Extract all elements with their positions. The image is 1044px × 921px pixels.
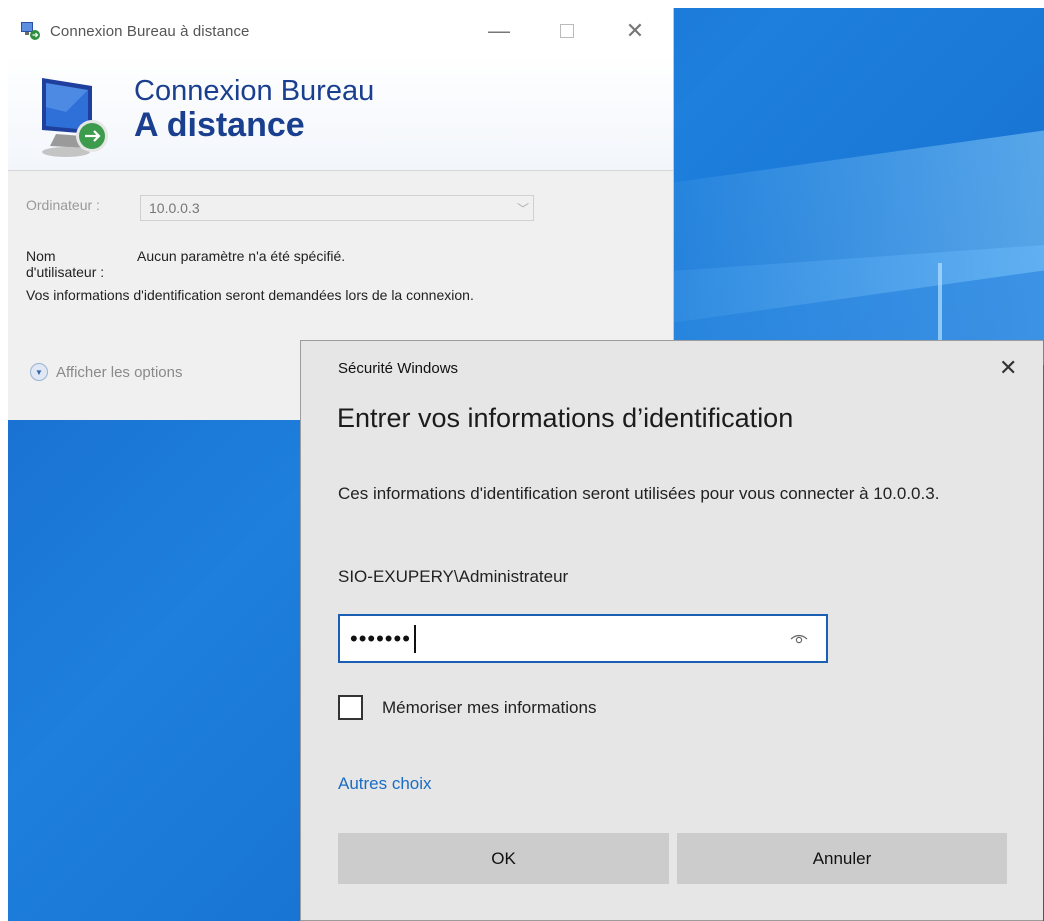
computer-label: Ordinateur :	[26, 197, 100, 213]
close-icon: ✕	[625, 18, 645, 43]
checkbox-box[interactable]	[338, 695, 363, 720]
windows-security-dialog: Sécurité Windows ✕ Entrer vos informatio…	[300, 340, 1043, 921]
cancel-button[interactable]: Annuler	[677, 833, 1007, 884]
username-display: SIO-EXUPERY\Administrateur	[338, 567, 569, 586]
remember-label: Mémoriser mes informations	[382, 697, 597, 717]
password-value: •••••••	[350, 625, 411, 651]
dialog-heading: Entrer vos informations d’identification	[337, 403, 794, 433]
chevron-down-icon: ﹀	[516, 201, 529, 216]
password-field[interactable]: •••••••	[338, 614, 828, 663]
computer-select[interactable]: 10.0.0.3 ﹀	[140, 195, 534, 221]
other-choices-link[interactable]: Autres choix	[338, 774, 432, 794]
dialog-description: Ces informations d'identification seront…	[338, 484, 940, 503]
text-caret	[413, 624, 416, 653]
reveal-password-eye-icon[interactable]	[790, 632, 808, 646]
computer-value: 10.0.0.3	[149, 200, 200, 216]
window-title: Connexion Bureau à distance	[50, 22, 250, 40]
dialog-title: Sécurité Windows	[338, 360, 459, 377]
maximize-button[interactable]	[544, 8, 590, 54]
remember-credentials-checkbox[interactable]: Mémoriser mes informations	[338, 695, 596, 720]
banner-title-line1: Connexion Bureau	[134, 75, 375, 107]
maximize-icon	[560, 24, 574, 38]
rdp-banner: Connexion Bureau A distance	[8, 54, 673, 171]
close-button[interactable]: ✕	[612, 8, 658, 54]
show-options-label: Afficher les options	[56, 363, 183, 381]
username-value: Aucun paramètre n'a été spécifié.	[137, 248, 346, 264]
show-options-button[interactable]: ▼ Afficher les options	[30, 363, 182, 381]
username-label: Nom d'utilisateur :	[26, 248, 105, 280]
minimize-icon: —	[488, 18, 510, 43]
ok-button[interactable]: OK	[338, 833, 669, 884]
credentials-info: Vos informations d'identification seront…	[26, 287, 474, 303]
remote-desktop-logo-icon	[36, 72, 124, 162]
banner-title-line2: A distance	[134, 106, 305, 144]
close-icon[interactable]: ✕	[999, 355, 1017, 381]
title-bar[interactable]: Connexion Bureau à distance — ✕	[8, 8, 673, 54]
remote-desktop-app-icon	[20, 21, 42, 41]
chevron-down-circle-icon: ▼	[30, 363, 48, 381]
minimize-button[interactable]: —	[476, 8, 522, 54]
